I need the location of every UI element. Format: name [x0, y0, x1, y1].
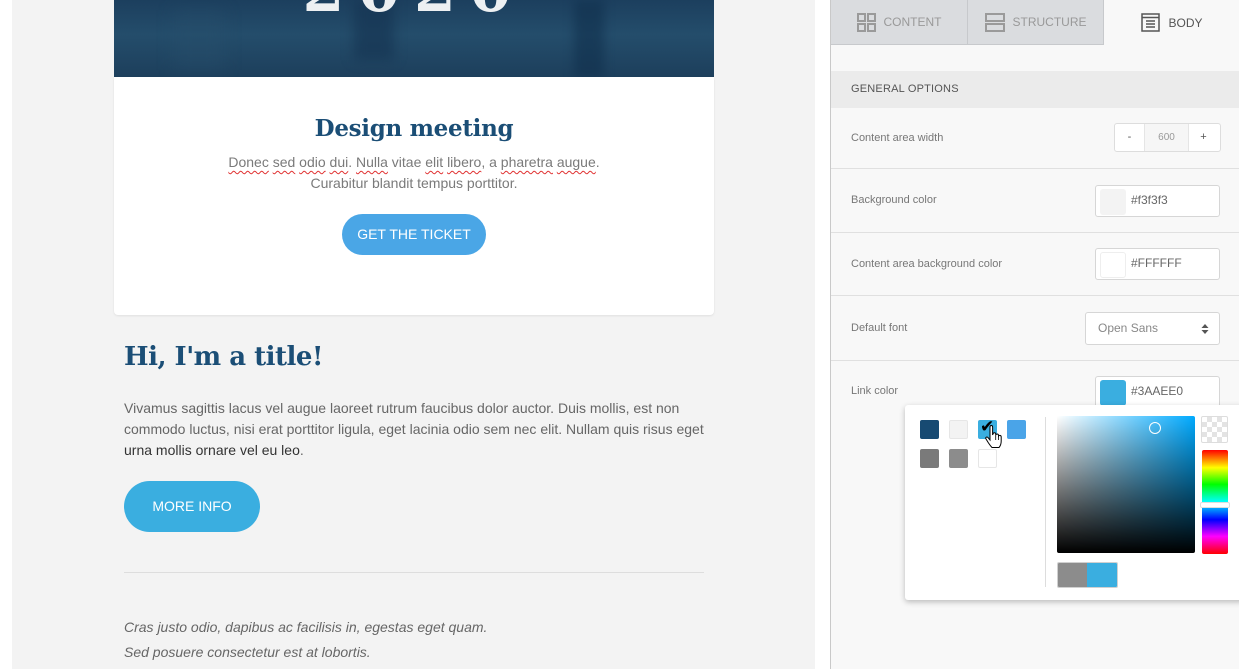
sort-arrows-icon — [1201, 324, 1209, 334]
rows-icon — [984, 12, 1005, 32]
option-background-color: Background color #f3f3f3 — [831, 169, 1239, 233]
option-label: Background color — [851, 194, 937, 206]
general-options-header[interactable]: GENERAL OPTIONS — [831, 71, 1239, 108]
quote-text: Cras justo odio, dapibus ac facilisis in… — [124, 615, 487, 665]
option-label: Default font — [851, 322, 908, 334]
option-label: Link color — [851, 385, 899, 397]
spellcheck-word: odio — [299, 154, 326, 170]
previous-color[interactable] — [1058, 563, 1088, 587]
option-label: Content area width — [851, 132, 944, 144]
document-icon — [1141, 13, 1161, 32]
content-bg-color-input[interactable]: #FFFFFF — [1095, 248, 1220, 280]
card-title: Design meeting — [314, 115, 514, 142]
color-swatch[interactable] — [920, 449, 939, 468]
spellcheck-word: pharetra — [500, 154, 553, 170]
section-text-bold: urna mollis ornare vel eu leo — [124, 442, 300, 458]
tab-label: CONTENT — [883, 15, 942, 29]
section-text: Vivamus sagittis lacus vel augue laoreet… — [124, 398, 709, 461]
saturation-handle[interactable] — [1149, 422, 1161, 434]
spellcheck-word: elit — [425, 154, 444, 170]
tab-content[interactable]: CONTENT — [831, 0, 968, 45]
color-swatch[interactable] — [949, 420, 968, 439]
event-card[interactable]: Design meeting Donec sed odio dui. Nulla… — [114, 77, 714, 315]
color-value: #3AAEE0 — [1131, 384, 1184, 398]
content-width-input[interactable]: 600 — [1144, 124, 1189, 151]
text-fragment: . — [348, 154, 356, 170]
background-color-input[interactable]: #f3f3f3 — [1095, 185, 1220, 217]
tab-label: STRUCTURE — [1012, 15, 1087, 29]
color-value: #FFFFFF — [1131, 256, 1182, 270]
decrement-button[interactable]: - — [1115, 124, 1144, 151]
color-swatch[interactable] — [920, 420, 939, 439]
spellcheck-word: sed — [272, 154, 296, 170]
get-ticket-button[interactable]: GET THE TICKET — [342, 214, 486, 255]
section-title: Hi, I'm a title! — [124, 342, 323, 372]
color-compare — [1057, 562, 1118, 588]
option-content-width: Content area width - 600 + — [831, 108, 1239, 169]
color-swatch[interactable] — [978, 449, 997, 468]
email-canvas: 2020 Design meeting Donec sed odio dui. … — [12, 0, 815, 669]
saturation-value-area[interactable] — [1057, 416, 1195, 553]
more-info-button[interactable]: MORE INFO — [124, 481, 260, 532]
color-swatch[interactable] — [1100, 189, 1126, 215]
quote-line-2: Sed posuere consectetur est at lobortis. — [124, 644, 371, 660]
card-text: Donec sed odio dui. Nulla vitae elit lib… — [114, 152, 714, 194]
select-value: Open Sans — [1098, 321, 1159, 335]
tab-label: BODY — [1168, 15, 1203, 30]
color-swatch[interactable] — [949, 449, 968, 468]
hue-slider-handle[interactable] — [1200, 502, 1230, 508]
sidebar-tabs: CONTENT STRUCTURE BODY — [831, 0, 1239, 45]
text-fragment: . — [595, 154, 600, 170]
tab-body[interactable]: BODY — [1104, 0, 1239, 45]
divider — [124, 572, 704, 573]
spellcheck-word: augue — [556, 154, 596, 170]
default-font-select[interactable]: Open Sans — [1085, 312, 1220, 345]
option-default-font: Default font Open Sans — [831, 296, 1239, 361]
link-color-input[interactable]: #3AAEE0 — [1095, 376, 1220, 408]
option-label: Content area background color — [851, 258, 1003, 270]
color-picker-popover: ✔ — [905, 405, 1239, 600]
card-text-line-2: Curabitur blandit tempus porttitor. — [310, 175, 518, 191]
current-color — [1087, 563, 1117, 587]
color-swatch[interactable] — [1100, 252, 1126, 278]
spellcheck-word: Donec — [228, 154, 269, 170]
hero-image[interactable]: 2020 — [114, 0, 714, 77]
color-swatch[interactable] — [1100, 380, 1126, 406]
color-swatch[interactable] — [1007, 420, 1026, 439]
spellcheck-word: Nulla — [356, 154, 388, 170]
content-width-stepper: - 600 + — [1114, 123, 1221, 152]
transparent-swatch[interactable] — [1201, 416, 1228, 443]
section-text-end: . — [299, 442, 304, 458]
option-content-bg-color: Content area background color #FFFFFF — [831, 233, 1239, 296]
increment-button[interactable]: + — [1189, 124, 1218, 151]
section-text-body: Vivamus sagittis lacus vel augue laoreet… — [124, 400, 704, 437]
spellcheck-word: dui — [329, 154, 349, 170]
color-value: #f3f3f3 — [1131, 193, 1168, 207]
tab-structure[interactable]: STRUCTURE — [968, 0, 1104, 45]
card-text-line-1: Donec sed odio dui. Nulla vitae elit lib… — [114, 152, 714, 173]
text-fragment: , a — [481, 154, 501, 170]
picker-divider — [1045, 417, 1046, 587]
spellcheck-word: libero — [447, 154, 482, 170]
grid-icon — [856, 12, 876, 32]
text-fragment: vitae — [387, 154, 426, 170]
email-editor: 2020 Design meeting Donec sed odio dui. … — [0, 0, 1239, 669]
hand-pointer-cursor-icon — [985, 425, 1002, 448]
hero-title: 2020 — [114, 0, 714, 26]
quote-line-1: Cras justo odio, dapibus ac facilisis in… — [124, 619, 488, 635]
